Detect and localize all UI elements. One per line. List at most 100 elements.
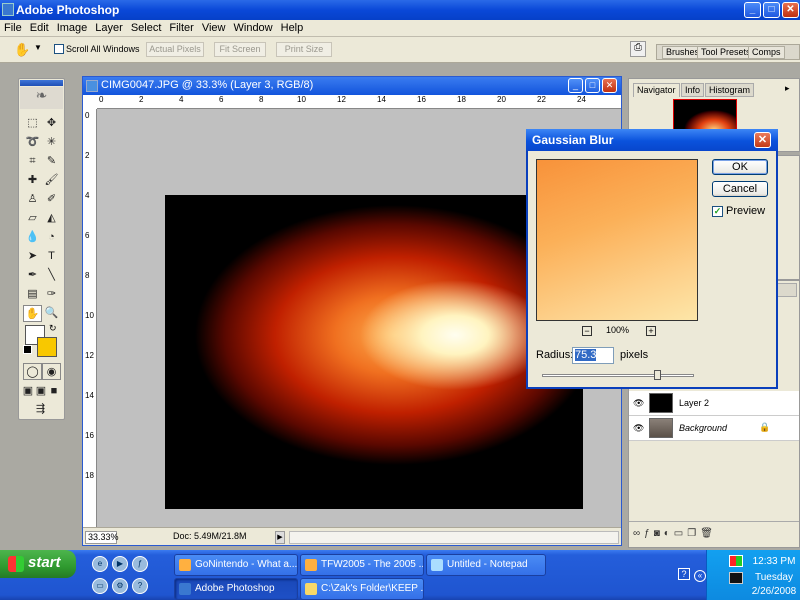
screen-mode-standard-icon[interactable]: ▣: [21, 383, 35, 400]
zoom-level-field[interactable]: 33.33%: [85, 531, 119, 544]
hand-tool-icon[interactable]: ✋: [23, 305, 42, 322]
menu-help[interactable]: Help: [277, 20, 308, 34]
status-menu-arrow-icon[interactable]: ▶: [275, 531, 285, 544]
dialog-title-bar[interactable]: Gaussian Blur ✕: [526, 129, 778, 151]
zoom-in-button[interactable]: +: [646, 326, 656, 336]
well-tab-tool-presets[interactable]: Tool Presets: [697, 46, 755, 59]
tab-histogram[interactable]: Histogram: [705, 83, 755, 97]
move-tool-icon[interactable]: ✥: [42, 115, 61, 132]
radius-slider-thumb[interactable]: [654, 370, 661, 380]
brush-tool-icon[interactable]: 🖌: [42, 172, 61, 189]
slice-tool-icon[interactable]: ✎: [42, 153, 61, 170]
filter-preview[interactable]: [536, 159, 698, 321]
radius-slider-track[interactable]: [542, 374, 694, 377]
adjustment-icon[interactable]: ◐: [664, 528, 674, 539]
tray-collapse-icon[interactable]: «: [694, 570, 706, 582]
eraser-tool-icon[interactable]: ▱: [23, 210, 42, 227]
quicklaunch-help-icon[interactable]: ?: [132, 578, 148, 594]
taskbar-button-active[interactable]: Adobe Photoshop: [174, 578, 298, 600]
doc-close-button[interactable]: ✕: [602, 78, 617, 93]
menu-select[interactable]: Select: [127, 20, 166, 34]
radius-input[interactable]: 75.3: [572, 347, 614, 364]
clock-time[interactable]: 12:33 PM: [747, 556, 800, 567]
quicklaunch-settings-icon[interactable]: ⚙: [112, 578, 128, 594]
screen-mode-full-icon[interactable]: ■: [47, 383, 61, 400]
layer-style-icon[interactable]: ƒ: [644, 528, 654, 539]
taskbar-button[interactable]: TFW2005 - The 2005 ...: [300, 554, 424, 576]
notes-tool-icon[interactable]: ▤: [23, 286, 42, 303]
history-brush-icon[interactable]: ✐: [42, 191, 61, 208]
swap-colors-icon[interactable]: ↻: [49, 323, 57, 334]
document-title-bar[interactable]: CIMG0047.JPG @ 33.3% (Layer 3, RGB/8) _ …: [83, 77, 621, 95]
tray-app-icon[interactable]: [729, 555, 743, 567]
tab-info[interactable]: Info: [681, 83, 705, 97]
taskbar-button[interactable]: Untitled - Notepad: [426, 554, 546, 576]
path-select-icon[interactable]: ➤: [23, 248, 42, 265]
menu-image[interactable]: Image: [53, 20, 92, 34]
zoom-out-button[interactable]: −: [582, 326, 592, 336]
type-tool-icon[interactable]: T: [42, 248, 61, 265]
quicklaunch-firefox-icon[interactable]: ƒ: [132, 556, 148, 572]
paint-bucket-icon[interactable]: ◭: [42, 210, 61, 227]
image-canvas[interactable]: [165, 195, 583, 509]
menu-file[interactable]: File: [0, 20, 26, 34]
maximize-button[interactable]: □: [763, 2, 780, 18]
fit-screen-button[interactable]: Fit Screen: [214, 42, 266, 57]
tool-preset-dropdown-icon[interactable]: ▼: [34, 43, 42, 52]
menu-window[interactable]: Window: [230, 20, 277, 34]
taskbar-button[interactable]: GoNintendo - What a...: [174, 554, 298, 576]
menu-filter[interactable]: Filter: [165, 20, 197, 34]
standard-mode-icon[interactable]: ◯: [23, 363, 42, 380]
minimize-button[interactable]: _: [744, 2, 761, 18]
scroll-all-checkbox[interactable]: [54, 44, 64, 54]
close-button[interactable]: ✕: [782, 2, 799, 18]
menu-layer[interactable]: Layer: [91, 20, 127, 34]
magic-wand-icon[interactable]: ✳: [42, 134, 61, 151]
group-icon[interactable]: ▭: [674, 528, 687, 539]
cancel-button[interactable]: Cancel: [712, 181, 768, 197]
visibility-eye-icon[interactable]: 👁: [633, 398, 645, 408]
link-icon[interactable]: ∞: [633, 528, 644, 539]
palette-menu-icon[interactable]: ▸: [785, 83, 790, 94]
blur-tool-icon[interactable]: 💧: [23, 229, 42, 246]
help-tray-icon[interactable]: ?: [678, 568, 690, 580]
lasso-tool-icon[interactable]: ➰: [23, 134, 42, 151]
horizontal-scrollbar[interactable]: [289, 531, 619, 544]
screen-mode-full-menu-icon[interactable]: ▣: [34, 383, 48, 400]
tab-navigator[interactable]: Navigator: [633, 83, 680, 97]
healing-brush-icon[interactable]: ✚: [23, 172, 42, 189]
trash-icon[interactable]: 🗑: [700, 528, 717, 539]
zoom-tool-icon[interactable]: 🔍: [42, 305, 61, 322]
mask-icon[interactable]: ◙: [654, 528, 664, 539]
quicklaunch-media-icon[interactable]: ▶: [112, 556, 128, 572]
crop-tool-icon[interactable]: ⌗: [23, 153, 42, 170]
layer-row[interactable]: 👁 Background 🔒: [629, 416, 799, 441]
taskbar-button[interactable]: C:\Zak's Folder\KEEP ...: [300, 578, 424, 600]
line-tool-icon[interactable]: ╲: [42, 267, 61, 284]
ok-button[interactable]: OK: [712, 159, 768, 175]
quicklaunch-desktop-icon[interactable]: ▭: [92, 578, 108, 594]
dialog-close-button[interactable]: ✕: [754, 132, 771, 148]
layer-row[interactable]: 👁 Layer 2: [629, 391, 799, 416]
tray-monitor-icon[interactable]: [729, 572, 743, 584]
well-tab-comps[interactable]: Comps: [748, 46, 785, 59]
default-colors-icon[interactable]: [23, 345, 32, 354]
pen-tool-icon[interactable]: ✒: [23, 267, 42, 284]
preview-checkbox[interactable]: ✓: [712, 206, 723, 217]
quicklaunch-ie-icon[interactable]: e: [92, 556, 108, 572]
menu-view[interactable]: View: [198, 20, 230, 34]
hand-tool-icon[interactable]: ✋: [14, 42, 30, 58]
doc-maximize-button[interactable]: □: [585, 78, 600, 93]
doc-minimize-button[interactable]: _: [568, 78, 583, 93]
jump-to-imageready-icon[interactable]: ⇶: [31, 401, 50, 418]
marquee-tool-icon[interactable]: ⬚: [23, 115, 42, 132]
menu-edit[interactable]: Edit: [26, 20, 53, 34]
print-size-button[interactable]: Print Size: [276, 42, 332, 57]
actual-pixels-button[interactable]: Actual Pixels: [146, 42, 204, 57]
file-browser-icon[interactable]: ⎙: [630, 41, 646, 57]
visibility-eye-icon[interactable]: 👁: [633, 423, 645, 433]
quick-mask-icon[interactable]: ◉: [42, 363, 61, 380]
new-layer-icon[interactable]: ❐: [687, 528, 700, 539]
background-color-swatch[interactable]: [37, 337, 57, 357]
feather-logo-icon[interactable]: ❧: [20, 87, 63, 109]
